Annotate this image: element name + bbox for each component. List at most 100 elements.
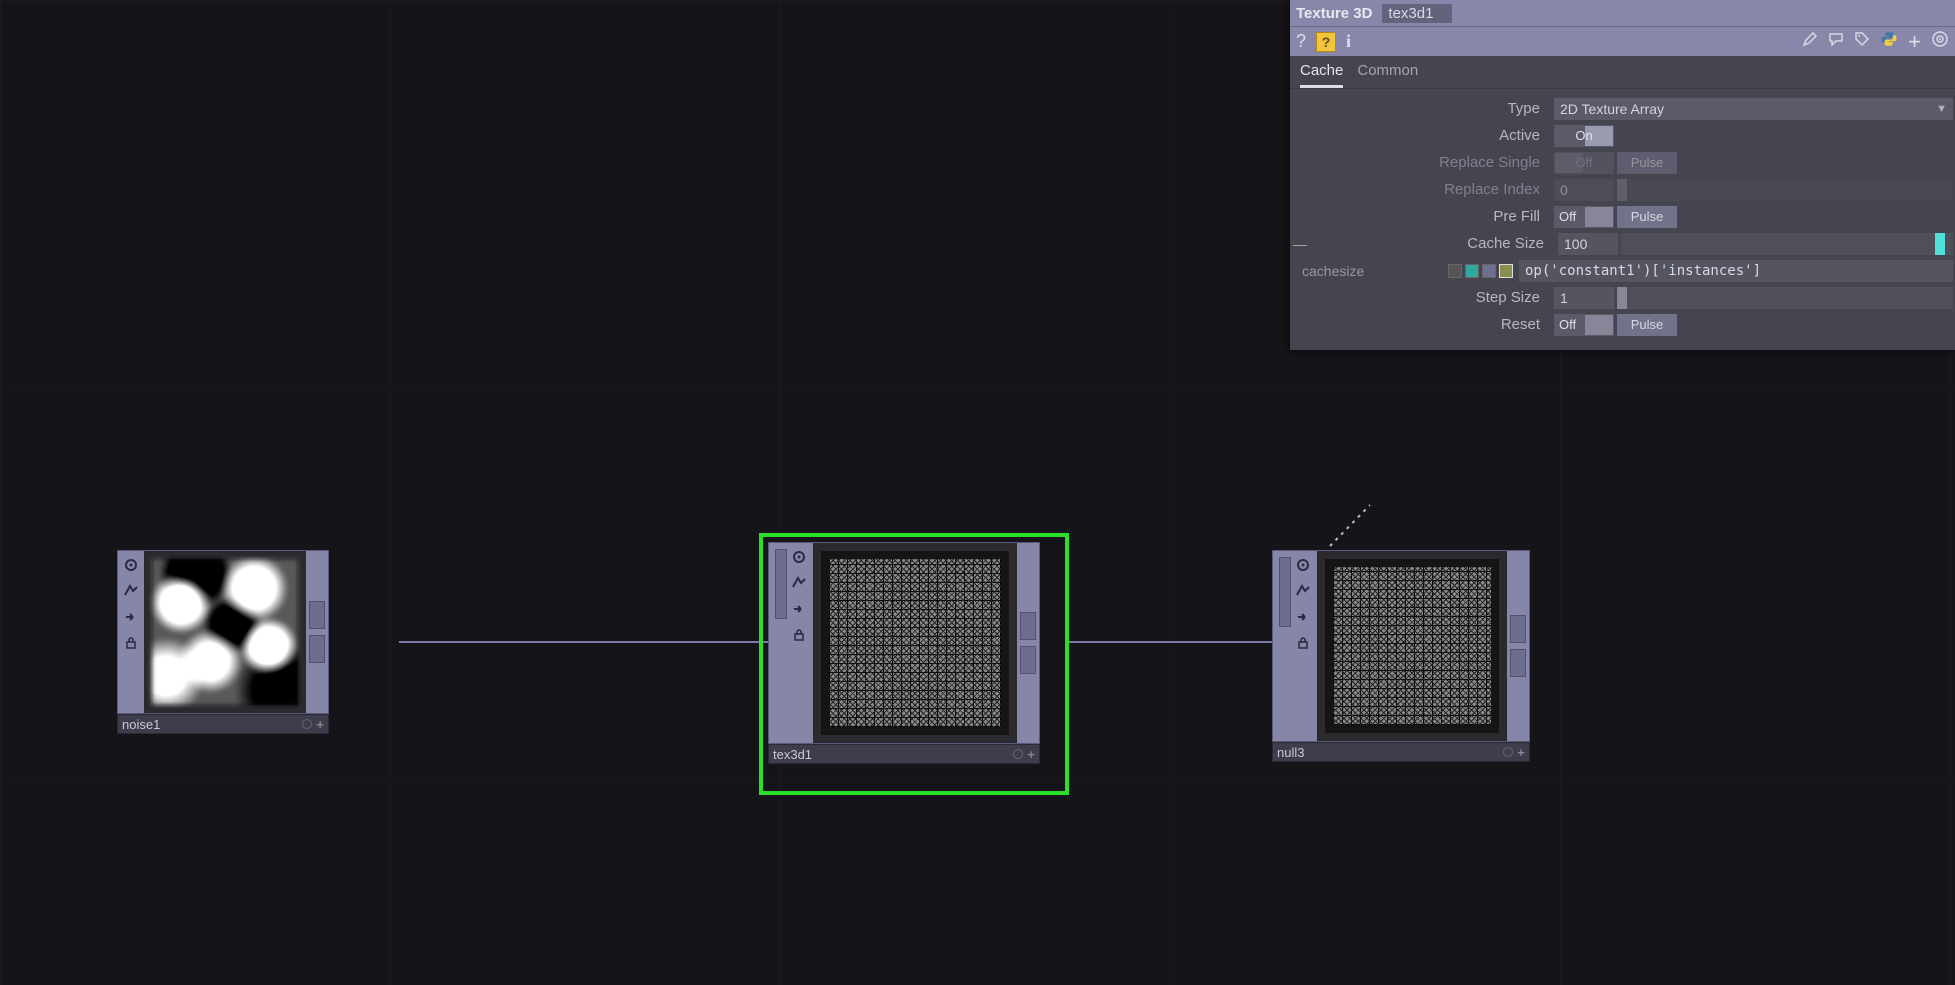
bypass-icon[interactable] [791,575,807,591]
bypass-icon[interactable] [123,583,139,599]
param-label-prefill: Pre Fill [1292,208,1548,225]
param-type-dropdown[interactable]: 2D Texture Array ▼ [1554,98,1953,120]
input-port[interactable] [775,549,787,619]
parameter-tabs: Cache Common [1290,56,1955,89]
viewer-icon[interactable] [1295,557,1311,573]
node-icon-column [769,543,813,743]
node-add-icon[interactable]: + [1027,747,1035,762]
toggle-value-label: On [1554,128,1614,143]
slider-thumb[interactable] [1617,287,1627,309]
param-type-value: 2D Texture Array [1560,101,1664,117]
node-name-label[interactable]: tex3d1 [773,747,1009,762]
param-reset-toggle[interactable]: Off [1554,314,1614,336]
mode-expression-icon[interactable] [1465,264,1479,278]
activate-icon[interactable] [123,609,139,625]
param-stepsize-value[interactable]: 1 [1554,287,1614,309]
param-mode-selector[interactable] [1448,264,1513,278]
lock-icon[interactable] [1295,635,1311,651]
param-reset-pulse[interactable]: Pulse [1617,314,1677,336]
mode-bind-icon[interactable] [1499,264,1513,278]
node-footer: noise1 + [117,714,329,734]
tag-icon[interactable] [1854,31,1870,52]
operator-type-label: Texture 3D [1296,5,1372,22]
parameter-help-toolbar: ? ? i + [1290,26,1955,56]
activate-icon[interactable] [1295,609,1311,625]
param-label-type: Type [1292,100,1548,117]
node-noise1[interactable]: noise1 + [117,550,329,734]
param-label-stepsize: Step Size [1292,289,1548,306]
node-flag-dot[interactable] [302,719,312,729]
input-port[interactable] [1279,557,1291,627]
target-icon[interactable] [1931,30,1949,53]
param-replace-index-slider[interactable] [1617,179,1953,201]
activate-icon[interactable] [791,601,807,617]
add-parpage-icon[interactable]: + [1908,29,1921,55]
tab-common[interactable]: Common [1357,62,1418,88]
edit-icon[interactable] [1802,31,1818,52]
toggle-value-label: Off [1554,209,1614,224]
param-label-replace-index: Replace Index [1292,181,1548,198]
lock-icon[interactable] [123,635,139,651]
node-icon-column [118,551,144,713]
toggle-value-label: Off [1554,317,1614,332]
chevron-down-icon: ▼ [1936,103,1947,115]
node-flag-dot[interactable] [1503,747,1513,757]
parameter-list: Type 2D Texture Array ▼ Active On Replac… [1290,89,1955,350]
output-port[interactable] [309,635,325,663]
node-output-column [306,551,328,713]
param-prefill-pulse[interactable]: Pulse [1617,206,1677,228]
python-icon[interactable] [1880,30,1898,53]
lock-icon[interactable] [791,627,807,643]
help-icon[interactable]: ? [1296,31,1306,52]
slider-thumb[interactable] [1935,233,1945,255]
node-flag-dot[interactable] [1013,749,1023,759]
help-box-icon[interactable]: ? [1316,32,1336,52]
toggle-value-label: Off [1554,155,1614,170]
comment-icon[interactable] [1828,31,1844,52]
node-add-icon[interactable]: + [316,717,324,732]
operator-name-field[interactable]: tex3d1 [1382,4,1452,23]
param-stepsize-slider[interactable] [1617,287,1953,309]
mode-constant-icon[interactable] [1448,264,1462,278]
slider-thumb[interactable] [1617,179,1627,201]
output-port[interactable] [1510,649,1526,677]
node-name-label[interactable]: null3 [1277,745,1499,760]
node-tex3d1[interactable]: tex3d1 + [768,542,1040,764]
node-null3[interactable]: null3 + [1272,550,1530,762]
param-label-reset: Reset [1292,316,1548,333]
parameter-panel[interactable]: Texture 3D tex3d1 ? ? i + Cache Common T… [1290,0,1955,350]
param-label-cachesize: Cache Size [1314,235,1552,252]
param-cachesize-slider[interactable] [1621,233,1953,255]
param-cachesize-expression[interactable]: op('constant1')['instances'] [1519,260,1953,282]
node-preview [813,543,1017,743]
param-active-toggle[interactable]: On [1554,125,1614,147]
node-name-label[interactable]: noise1 [122,717,298,732]
node-footer: tex3d1 + [768,744,1040,764]
viewer-icon[interactable] [791,549,807,565]
output-port[interactable] [1510,615,1526,643]
param-replace-single-toggle[interactable]: Off [1554,152,1614,174]
node-footer: null3 + [1272,742,1530,762]
node-output-column [1507,551,1529,741]
collapse-icon[interactable]: — [1292,236,1308,252]
node-preview [144,551,306,713]
output-port[interactable] [1020,612,1036,640]
output-port[interactable] [1020,646,1036,674]
parameter-titlebar: Texture 3D tex3d1 [1290,0,1955,26]
param-prefill-toggle[interactable]: Off [1554,206,1614,228]
param-label-active: Active [1292,127,1548,144]
info-icon[interactable]: i [1346,31,1351,52]
node-preview [1317,551,1507,741]
tab-cache[interactable]: Cache [1300,62,1343,88]
node-output-column [1017,543,1039,743]
bypass-icon[interactable] [1295,583,1311,599]
node-icon-column [1273,551,1317,741]
node-add-icon[interactable]: + [1517,745,1525,760]
param-label-replace-single: Replace Single [1292,154,1548,171]
output-port[interactable] [309,601,325,629]
viewer-icon[interactable] [123,557,139,573]
param-replace-index-value[interactable]: 0 [1554,179,1614,201]
param-cachesize-value[interactable]: 100 [1558,233,1618,255]
param-replace-single-pulse[interactable]: Pulse [1617,152,1677,174]
mode-export-icon[interactable] [1482,264,1496,278]
